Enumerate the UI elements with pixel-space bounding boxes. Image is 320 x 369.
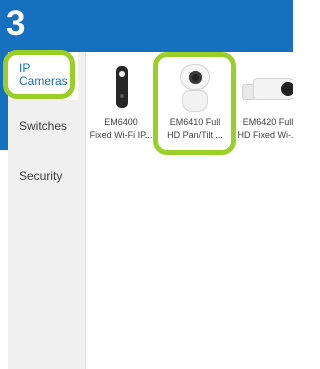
highlight-ring-product: [153, 52, 236, 155]
bullet-camera-image: [233, 58, 293, 114]
product-name-line-1: EM6400: [104, 117, 138, 127]
product-name-line-1: EM6420 Full: [242, 117, 293, 127]
indicator-light: [120, 94, 124, 98]
doorbell-camera-image: [86, 58, 156, 114]
highlight-ring-category: [3, 50, 75, 99]
product-name-line-2: HD Fixed Wi-...: [237, 130, 293, 140]
product-name-line-2: Fixed Wi-Fi IP...: [89, 130, 153, 140]
camera-lens: [119, 71, 125, 77]
category-security[interactable]: Security: [8, 160, 78, 190]
screen: 3 IP Cameras Switches Security EM6400 Fi…: [0, 0, 293, 369]
product-em6400[interactable]: EM6400 Fixed Wi-Fi IP...: [86, 58, 156, 140]
doorbell-camera-icon: [116, 66, 128, 108]
bullet-camera-icon: [253, 78, 293, 100]
category-switches[interactable]: Switches: [8, 110, 78, 140]
product-em6420[interactable]: EM6420 Full HD Fixed Wi-...: [233, 58, 293, 140]
camera-lens: [281, 82, 293, 96]
step-number: 3: [6, 4, 26, 43]
